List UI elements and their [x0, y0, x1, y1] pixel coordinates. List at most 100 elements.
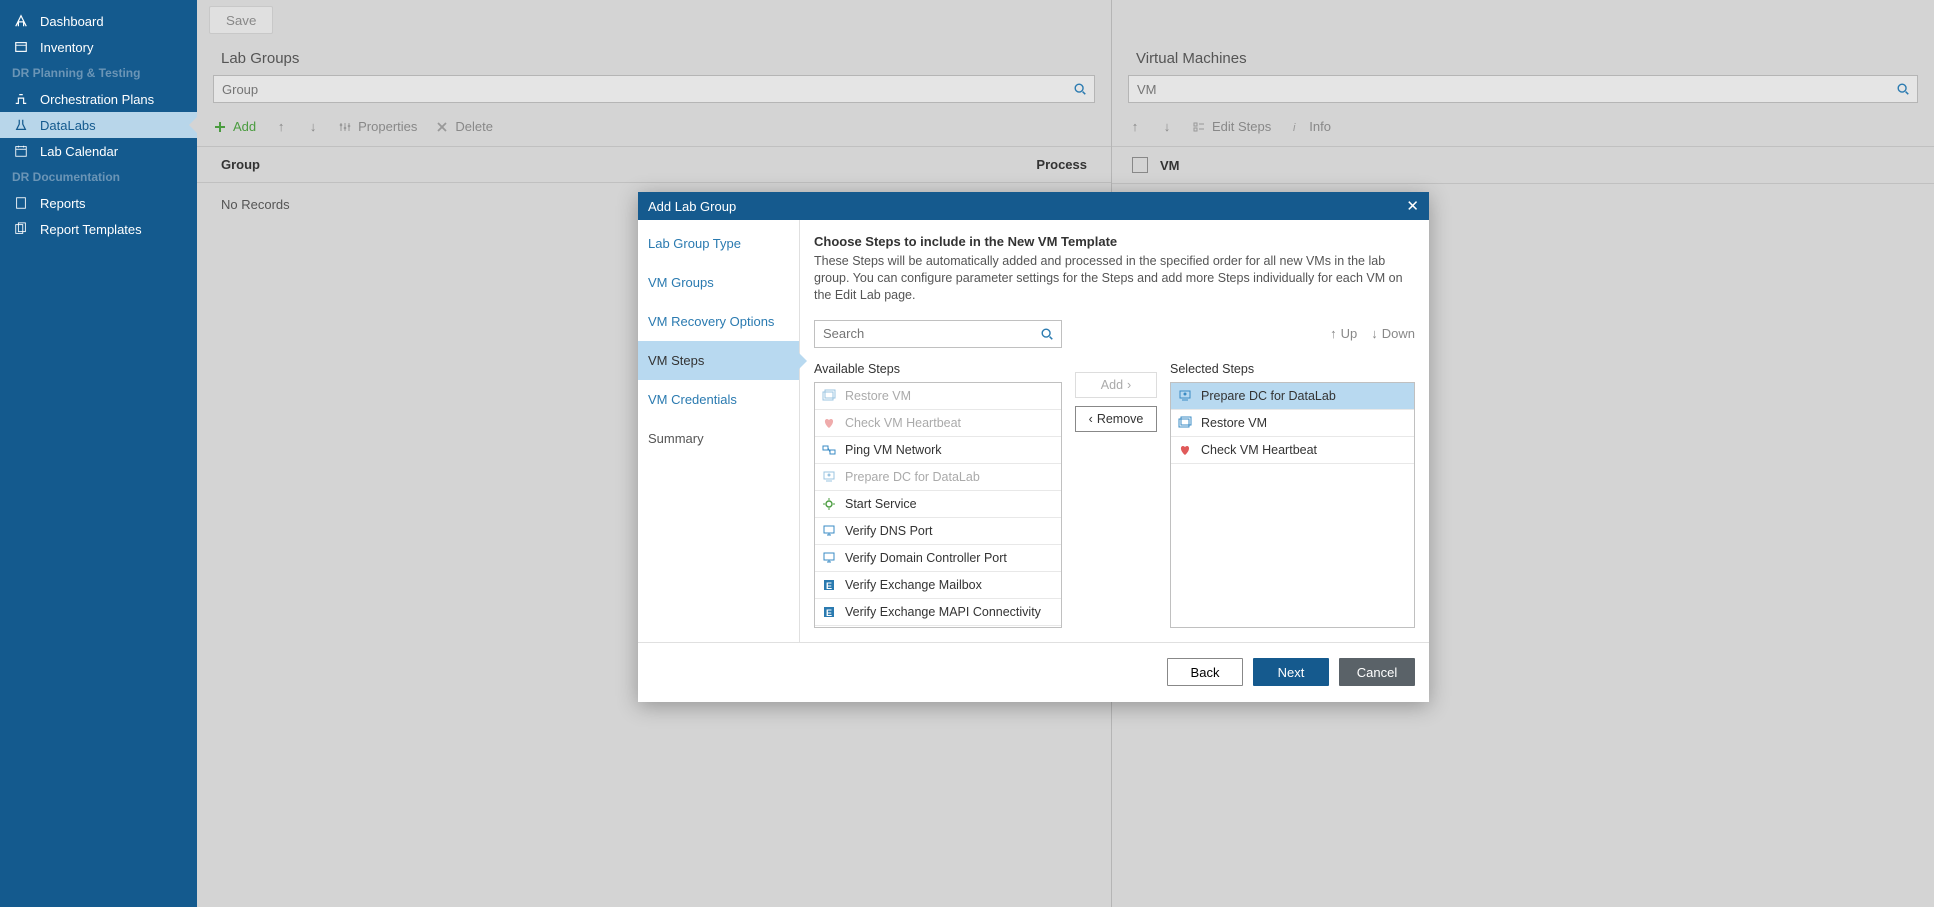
add-lab-group-modal: Add Lab Group ✕ Lab Group TypeVM GroupsV… — [638, 192, 1429, 702]
chevron-left-icon: ‹ — [1089, 412, 1093, 426]
nav-label: Inventory — [40, 40, 93, 55]
step-item[interactable]: Ping VM Network — [815, 437, 1061, 464]
nav-datalabs[interactable]: DataLabs — [0, 112, 197, 138]
step-item[interactable]: Prepare DC for DataLab — [1171, 383, 1414, 410]
wizard-step-vm-recovery-options[interactable]: VM Recovery Options — [638, 302, 799, 341]
wizard-step-vm-credentials[interactable]: VM Credentials — [638, 380, 799, 419]
wizard-nav: Lab Group TypeVM GroupsVM Recovery Optio… — [638, 220, 800, 642]
step-item[interactable]: Prepare DC for DataLab — [815, 464, 1061, 491]
ping-icon — [821, 442, 837, 458]
arrow-down-icon: ↓ — [1371, 326, 1378, 341]
step-item[interactable]: Restore VM — [815, 383, 1061, 410]
search-icon[interactable] — [1066, 82, 1094, 96]
add-step-button[interactable]: Add › — [1075, 372, 1157, 398]
step-item-label: Prepare DC for DataLab — [845, 470, 980, 484]
column-process: Process — [1007, 157, 1087, 172]
modal-title: Add Lab Group — [648, 199, 736, 214]
nav-reports[interactable]: Reports — [0, 190, 197, 216]
wizard-step-lab-group-type[interactable]: Lab Group Type — [638, 224, 799, 263]
move-down-button[interactable]: ↓ — [306, 120, 320, 134]
edit-steps-button[interactable]: Edit Steps — [1192, 119, 1271, 134]
modal-header: Add Lab Group ✕ — [638, 192, 1429, 220]
step-item-label: Verify Exchange Mailbox — [845, 578, 982, 592]
vm-move-up-button[interactable]: ↑ — [1128, 120, 1142, 134]
close-icon[interactable]: ✕ — [1406, 197, 1419, 215]
info-button[interactable]: i Info — [1289, 119, 1331, 134]
save-button[interactable]: Save — [209, 6, 273, 34]
remove-step-button[interactable]: ‹ Remove — [1075, 406, 1157, 432]
svg-text:E: E — [826, 608, 832, 618]
step-item[interactable]: Check VM Heartbeat — [1171, 437, 1414, 464]
nav-label: Lab Calendar — [40, 144, 118, 159]
lab-groups-search[interactable] — [213, 75, 1095, 103]
step-item-label: Check VM Heartbeat — [1201, 443, 1317, 457]
wizard-step-summary[interactable]: Summary — [638, 419, 799, 458]
step-item-label: Restore VM — [845, 389, 911, 403]
wizard-description: These Steps will be automatically added … — [814, 253, 1415, 304]
wizard-step-vm-steps[interactable]: VM Steps — [638, 341, 799, 380]
steps-search-input[interactable] — [815, 321, 1033, 347]
step-item[interactable]: Restore VM — [1171, 410, 1414, 437]
plus-icon — [213, 120, 227, 134]
port-icon — [821, 550, 837, 566]
step-item[interactable]: Verify DNS Port — [815, 518, 1061, 545]
wizard-content: Choose Steps to include in the New VM Te… — [800, 220, 1429, 642]
vms-search-input[interactable] — [1129, 82, 1889, 97]
properties-button[interactable]: Properties — [338, 119, 417, 134]
step-item-label: Ping VM Network — [845, 443, 942, 457]
dashboard-icon — [12, 13, 30, 29]
next-button[interactable]: Next — [1253, 658, 1329, 686]
step-item[interactable]: Verify Domain Controller Port — [815, 545, 1061, 572]
reports-icon — [12, 195, 30, 211]
nav-label: Report Templates — [40, 222, 142, 237]
nav-dashboard[interactable]: Dashboard — [0, 8, 197, 34]
modal-footer: Back Next Cancel — [638, 642, 1429, 702]
available-steps-list[interactable]: Restore VM Check VM Heartbeat Ping VM Netw… — [814, 382, 1062, 628]
select-all-checkbox[interactable] — [1132, 157, 1148, 173]
step-item-label: Prepare DC for DataLab — [1201, 389, 1336, 403]
step-item-label: Verify Domain Controller Port — [845, 551, 1007, 565]
lab-groups-search-input[interactable] — [214, 82, 1066, 97]
cancel-button[interactable]: Cancel — [1339, 658, 1415, 686]
restore-icon — [1177, 415, 1193, 431]
available-steps-label: Available Steps — [814, 362, 1062, 376]
selected-steps-list[interactable]: Prepare DC for DataLab Restore VM Check VM… — [1170, 382, 1415, 628]
delete-button[interactable]: Delete — [435, 119, 493, 134]
steps-search[interactable] — [814, 320, 1062, 348]
step-item[interactable]: Check VM Heartbeat — [815, 410, 1061, 437]
search-icon[interactable] — [1033, 321, 1061, 347]
nav-orchestration-plans[interactable]: Orchestration Plans — [0, 86, 197, 112]
info-icon: i — [1289, 120, 1303, 134]
step-item-label: Check VM Heartbeat — [845, 416, 961, 430]
nav-section-docs: DR Documentation — [0, 164, 197, 190]
step-item[interactable]: E Verify Exchange MAPI Connectivity — [815, 599, 1061, 626]
inventory-icon — [12, 39, 30, 55]
step-item[interactable]: E Verify Exchange Mailbox — [815, 572, 1061, 599]
sidebar: Dashboard Inventory DR Planning & Testin… — [0, 0, 197, 907]
datalabs-icon — [12, 117, 30, 133]
search-icon[interactable] — [1889, 82, 1917, 96]
nav-report-templates[interactable]: Report Templates — [0, 216, 197, 242]
nav-inventory[interactable]: Inventory — [0, 34, 197, 60]
nav-section-planning: DR Planning & Testing — [0, 60, 197, 86]
step-item-label: Verify Exchange MAPI Connectivity — [845, 605, 1041, 619]
nav-label: Dashboard — [40, 14, 104, 29]
back-button[interactable]: Back — [1167, 658, 1243, 686]
delete-icon — [435, 120, 449, 134]
wizard-step-vm-groups[interactable]: VM Groups — [638, 263, 799, 302]
move-down-button[interactable]: ↓Down — [1371, 326, 1415, 341]
nav-lab-calendar[interactable]: Lab Calendar — [0, 138, 197, 164]
nav-label: Orchestration Plans — [40, 92, 154, 107]
move-up-button[interactable]: ↑Up — [1330, 326, 1357, 341]
column-group: Group — [221, 157, 1007, 172]
arrow-up-icon: ↑ — [1330, 326, 1337, 341]
svg-text:E: E — [826, 581, 832, 591]
move-up-button[interactable]: ↑ — [274, 120, 288, 134]
add-button[interactable]: Add — [213, 119, 256, 134]
step-item[interactable]: Start Service — [815, 491, 1061, 518]
service-icon — [821, 496, 837, 512]
vm-move-down-button[interactable]: ↓ — [1160, 120, 1174, 134]
step-item-label: Verify DNS Port — [845, 524, 933, 538]
vms-search[interactable] — [1128, 75, 1918, 103]
heartbeat-icon — [821, 415, 837, 431]
